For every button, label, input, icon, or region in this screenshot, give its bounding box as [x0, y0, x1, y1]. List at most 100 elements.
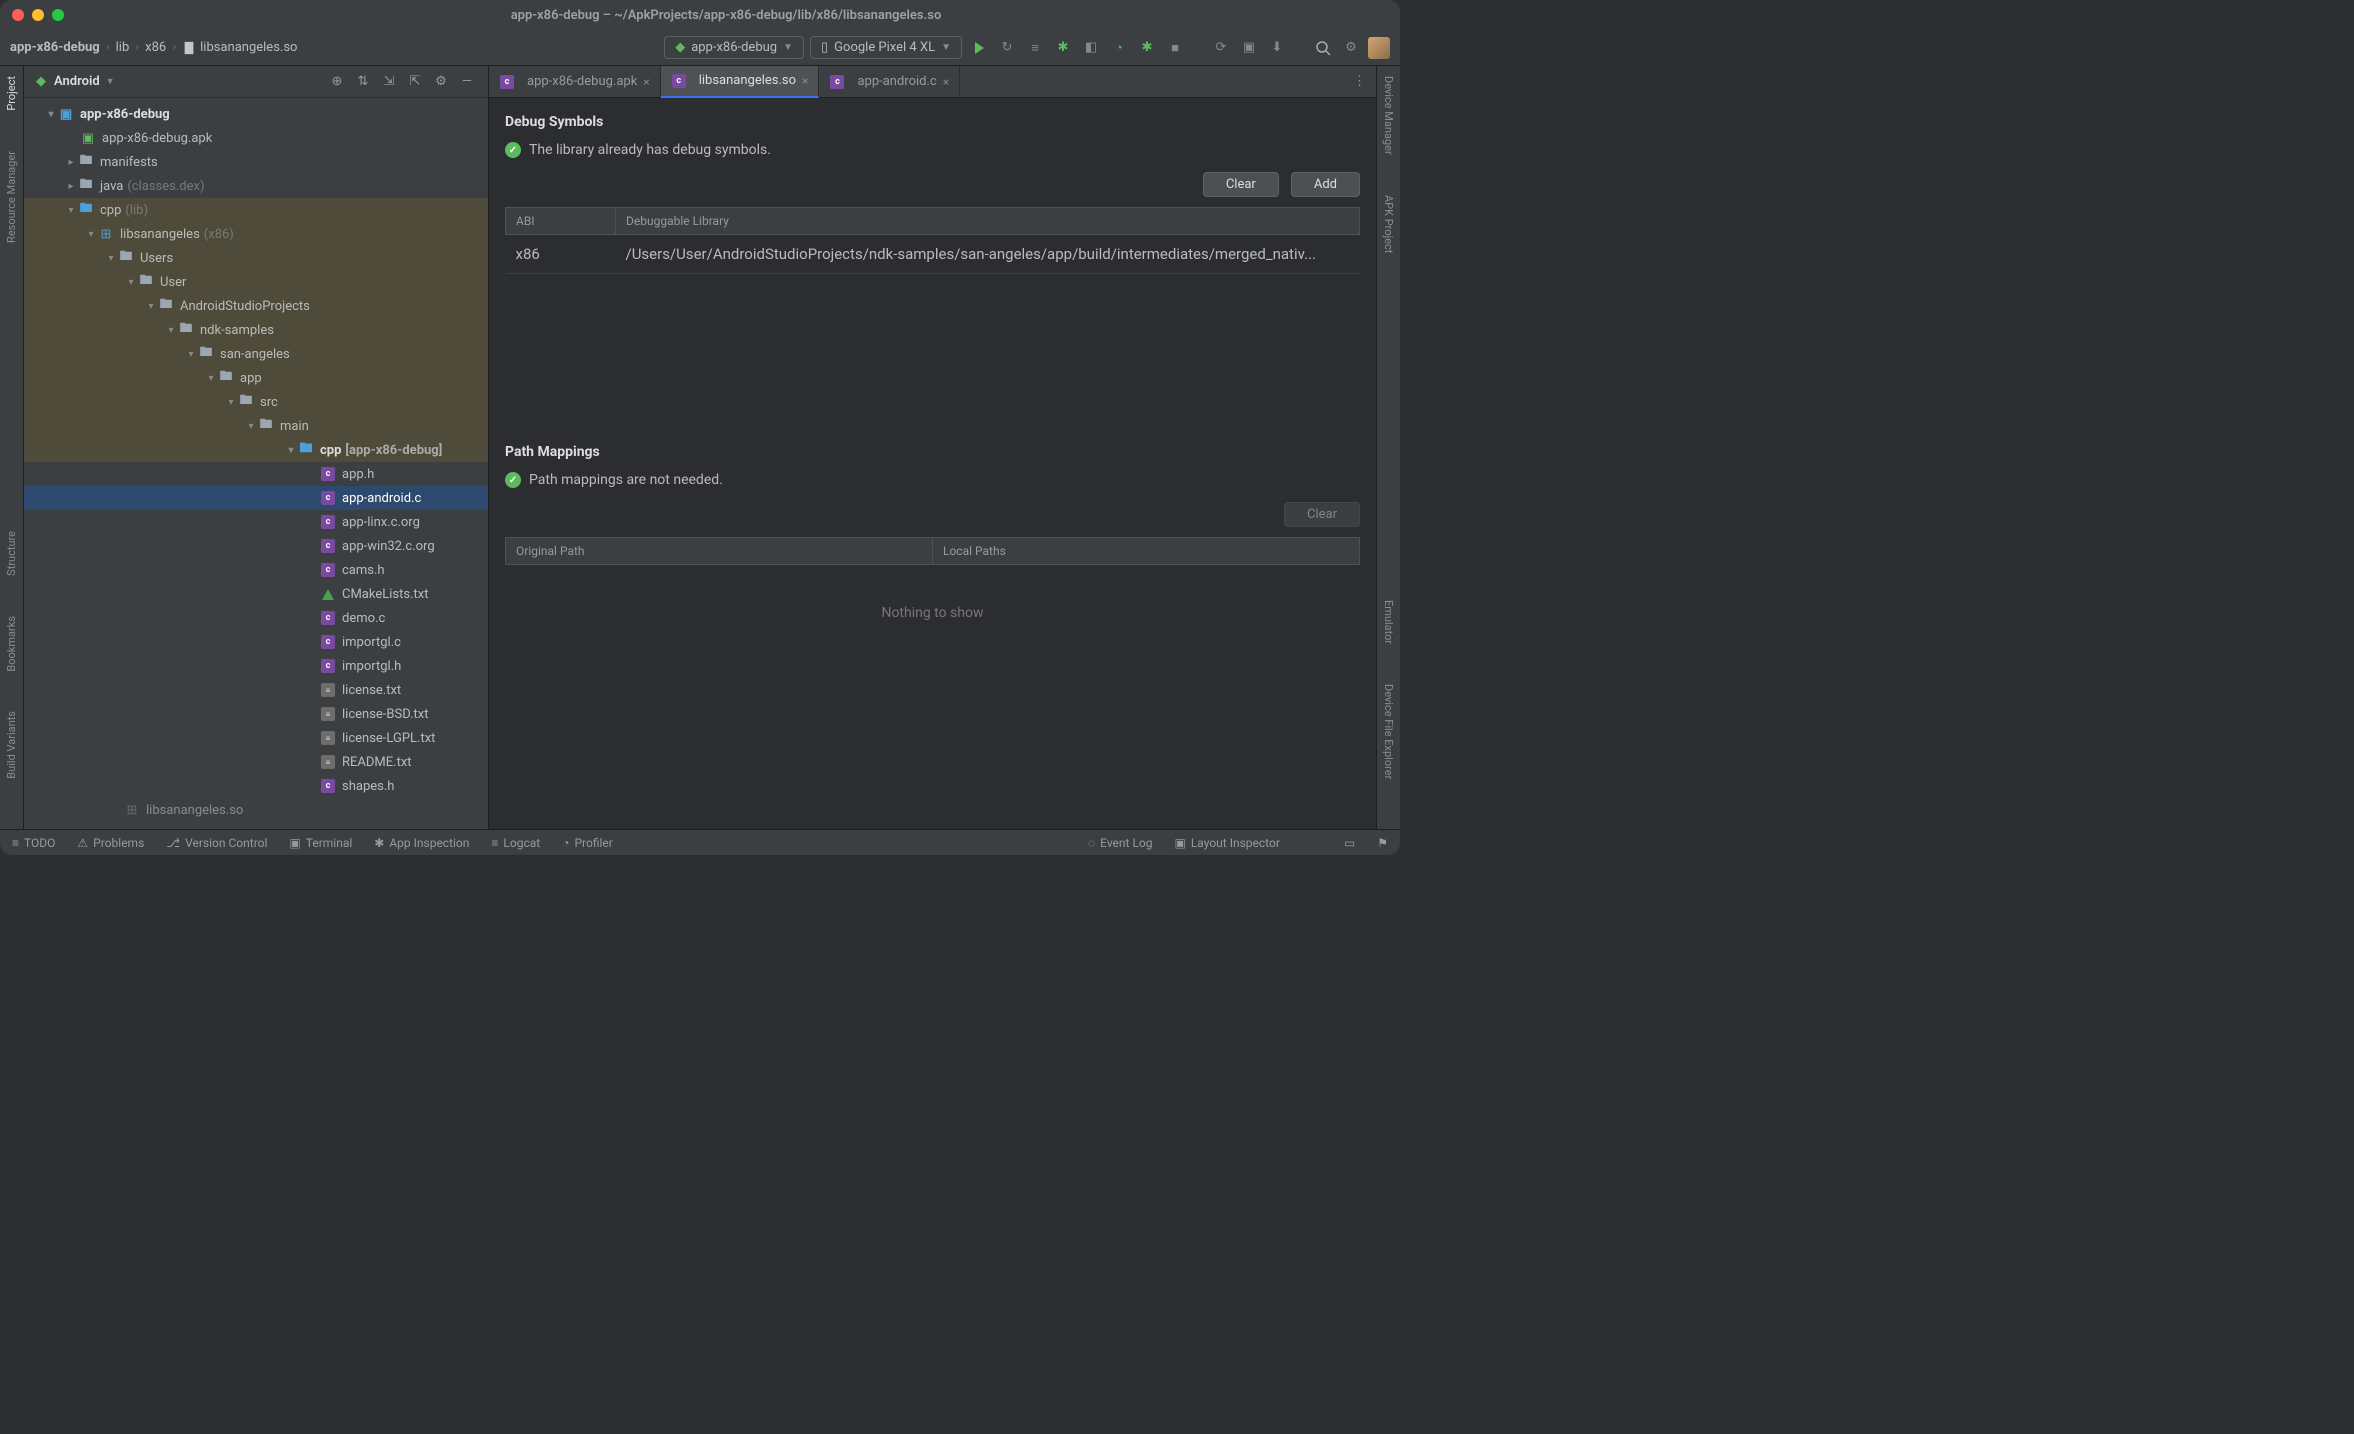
expand-icon[interactable]: ⇲	[380, 74, 398, 89]
bottom-problems[interactable]: ⚠Problems	[77, 836, 144, 850]
hide-panel-icon[interactable]: —	[458, 74, 476, 89]
tree-lib[interactable]: ▾ ⊞ libsanangeles (x86)	[24, 222, 488, 246]
breadcrumb-x86[interactable]: x86	[145, 40, 166, 55]
avd-icon[interactable]: ▣	[1238, 37, 1260, 59]
attach-debugger-icon[interactable]: ✱	[1136, 37, 1158, 59]
tree-file[interactable]: capp-android.c	[24, 486, 488, 510]
tree-file[interactable]: capp-linx.c.org	[24, 510, 488, 534]
apply-code-icon[interactable]: ≡	[1024, 37, 1046, 59]
path-clear-button[interactable]: Clear	[1284, 502, 1360, 527]
close-tab-icon[interactable]: ×	[943, 75, 949, 89]
tabs-menu-icon[interactable]: ⋮	[1343, 74, 1376, 89]
tree-manifests[interactable]: ▸ 🖿 manifests	[24, 150, 488, 174]
folder-icon: 🖿	[118, 250, 134, 266]
tree-file[interactable]: ≡README.txt	[24, 750, 488, 774]
tree-folder[interactable]: ▾🖿User	[24, 270, 488, 294]
editor-tab[interactable]: clibsanangeles.so×	[661, 66, 820, 98]
close-tab-icon[interactable]: ×	[643, 75, 649, 89]
tool-resource-manager[interactable]: Resource Manager	[5, 151, 18, 243]
device-dropdown[interactable]: ▯ Google Pixel 4 XL ▼	[810, 36, 962, 59]
inspect-icon: ✱	[374, 836, 384, 850]
tree-folder[interactable]: ▾🖿app	[24, 366, 488, 390]
editor-tab[interactable]: capp-android.c×	[819, 66, 960, 98]
debug-clear-button[interactable]: Clear	[1203, 172, 1279, 197]
check-icon: ✓	[505, 472, 521, 488]
close-tab-icon[interactable]: ×	[802, 74, 808, 88]
tree-file[interactable]: CMakeLists.txt	[24, 582, 488, 606]
chevron-right-icon: ▸	[64, 157, 78, 168]
apply-changes-icon[interactable]: ↻	[996, 37, 1018, 59]
maximize-window-button[interactable]	[52, 9, 64, 21]
tree-folder[interactable]: ▾🖿main	[24, 414, 488, 438]
breadcrumbs[interactable]: app-x86-debug › lib › x86 › libsanangele…	[10, 40, 297, 55]
tool-build-variants[interactable]: Build Variants	[5, 711, 18, 779]
tree-cpp-module[interactable]: ▾ 🖿 cpp [app-x86-debug]	[24, 438, 488, 462]
tree-java[interactable]: ▸ 🖿 java (classes.dex)	[24, 174, 488, 198]
settings-icon[interactable]: ⚙	[1340, 37, 1362, 59]
tool-bookmarks[interactable]: Bookmarks	[5, 616, 18, 672]
tool-structure[interactable]: Structure	[5, 531, 18, 576]
run-button[interactable]	[968, 37, 990, 59]
tree-cpp[interactable]: ▾ 🖿 cpp (lib)	[24, 198, 488, 222]
status-icon-2[interactable]: ⚑	[1377, 836, 1388, 850]
tree-file[interactable]: ≡license-BSD.txt	[24, 702, 488, 726]
stop-button[interactable]: ■	[1164, 37, 1186, 59]
tree-folder[interactable]: ▾🖿san-angeles	[24, 342, 488, 366]
table-row[interactable]: x86 /Users/User/AndroidStudioProjects/nd…	[506, 235, 1360, 274]
tree-apk[interactable]: ▣ app-x86-debug.apk	[24, 126, 488, 150]
bottom-terminal[interactable]: ▣Terminal	[289, 836, 352, 850]
search-icon[interactable]	[1312, 37, 1334, 59]
tree-folder[interactable]: ▾🖿AndroidStudioProjects	[24, 294, 488, 318]
breadcrumb-file[interactable]: libsanangeles.so	[182, 40, 297, 55]
sync-icon[interactable]: ⟳	[1210, 37, 1232, 59]
tool-apk-project[interactable]: APK Project	[1382, 195, 1395, 253]
user-avatar[interactable]	[1368, 37, 1390, 59]
sdk-icon[interactable]: ⬇	[1266, 37, 1288, 59]
tree-file[interactable]: ≡license-LGPL.txt	[24, 726, 488, 750]
tree-file[interactable]: cshapes.h	[24, 774, 488, 798]
bottom-todo[interactable]: ≡TODO	[12, 836, 55, 850]
tree-file[interactable]: cimportgl.h	[24, 654, 488, 678]
debug-add-button[interactable]: Add	[1291, 172, 1360, 197]
run-config-dropdown[interactable]: ◆ app-x86-debug ▼	[664, 36, 804, 59]
project-tree[interactable]: ▾ ▣ app-x86-debug ▣ app-x86-debug.apk ▸ …	[24, 98, 488, 829]
tool-device-manager[interactable]: Device Manager	[1382, 76, 1395, 155]
tree-file[interactable]: ≡license.txt	[24, 678, 488, 702]
tool-project[interactable]: Project	[5, 76, 18, 111]
bottom-vcs[interactable]: ⎇Version Control	[166, 836, 267, 850]
tool-device-file-explorer[interactable]: Device File Explorer	[1382, 684, 1395, 779]
bottom-logcat[interactable]: ≡Logcat	[491, 836, 540, 850]
tree-file[interactable]: cdemo.c	[24, 606, 488, 630]
gear-icon[interactable]: ⚙	[432, 74, 450, 89]
status-icon-1[interactable]: ▭	[1344, 836, 1355, 850]
profiler-icon[interactable]: ◔	[1108, 37, 1130, 59]
editor-tab[interactable]: capp-x86-debug.apk×	[489, 66, 661, 98]
bottom-event-log[interactable]: ◌Event Log	[1088, 836, 1152, 850]
locate-icon[interactable]: ⊕	[328, 74, 346, 89]
tree-trailing-lib[interactable]: ⊞ libsanangeles.so	[24, 798, 488, 822]
tree-folder[interactable]: ▾🖿Users	[24, 246, 488, 270]
tree-folder[interactable]: ▾🖿ndk-samples	[24, 318, 488, 342]
collapse-icon[interactable]: ⇱	[406, 74, 424, 89]
tree-file[interactable]: capp.h	[24, 462, 488, 486]
minimize-window-button[interactable]	[32, 9, 44, 21]
lib-icon: ⊞	[98, 226, 114, 242]
bottom-app-inspection[interactable]: ✱App Inspection	[374, 836, 469, 850]
coverage-icon[interactable]: ◧	[1080, 37, 1102, 59]
tree-folder[interactable]: ▾🖿src	[24, 390, 488, 414]
apk-icon: ▣	[80, 130, 96, 146]
select-opened-icon[interactable]: ⇅	[354, 74, 372, 89]
tree-file[interactable]: cimportgl.c	[24, 630, 488, 654]
tool-emulator[interactable]: Emulator	[1382, 600, 1395, 644]
breadcrumb-project[interactable]: app-x86-debug	[10, 40, 100, 55]
tree-file[interactable]: capp-win32.c.org	[24, 534, 488, 558]
debug-button[interactable]: ✱	[1052, 37, 1074, 59]
panel-title[interactable]: Android ▼	[54, 74, 115, 89]
layout-icon: ▣	[1175, 836, 1186, 850]
tree-file[interactable]: ccams.h	[24, 558, 488, 582]
breadcrumb-lib[interactable]: lib	[116, 40, 130, 55]
bottom-profiler[interactable]: ◔Profiler	[562, 836, 613, 850]
tree-root[interactable]: ▾ ▣ app-x86-debug	[24, 102, 488, 126]
bottom-layout-inspector[interactable]: ▣Layout Inspector	[1175, 836, 1280, 850]
close-window-button[interactable]	[12, 9, 24, 21]
